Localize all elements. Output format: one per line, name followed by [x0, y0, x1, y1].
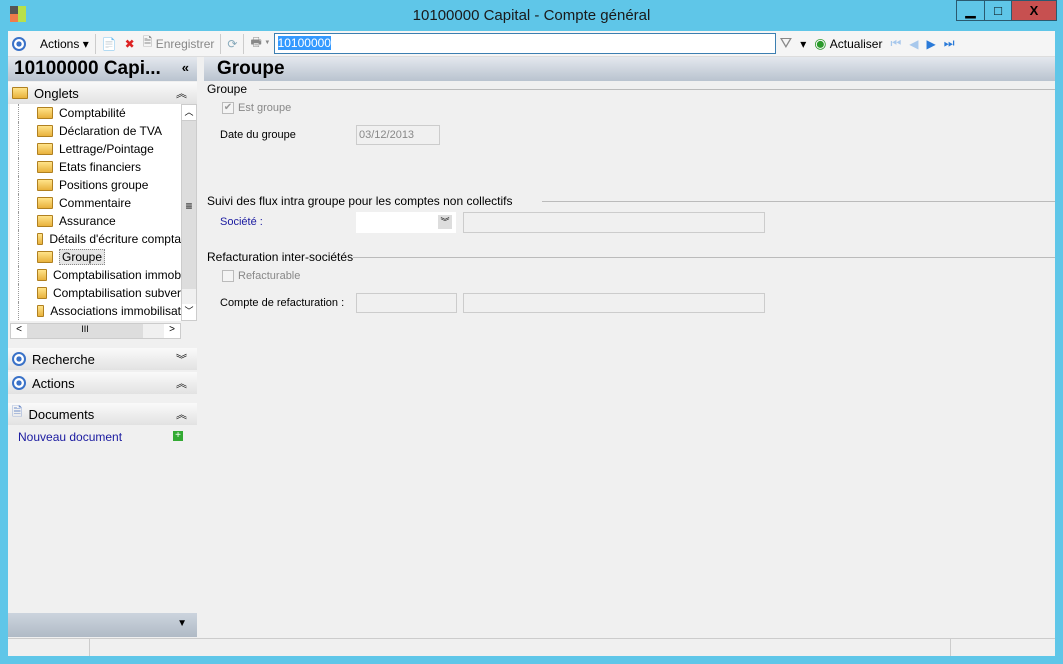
tree-item[interactable]: Positions groupe: [18, 176, 181, 194]
page-title: Groupe: [204, 57, 1055, 81]
first-record-icon[interactable]: ⏮: [886, 33, 905, 55]
folder-icon: [37, 107, 53, 119]
document-icon: 🗎: [12, 404, 23, 419]
actions-section-header[interactable]: Actions ︽: [8, 372, 197, 394]
rebillable-checkbox[interactable]: Refacturable: [222, 270, 300, 283]
tabs-tree: Comptabilité Déclaration de TVA Lettrage/P…: [10, 104, 181, 321]
delete-icon[interactable]: ✖: [121, 33, 139, 55]
status-bar: [8, 638, 1055, 656]
new-document-link[interactable]: Nouveau document: [18, 430, 122, 444]
maximize-button[interactable]: □: [984, 0, 1012, 21]
add-icon[interactable]: +: [173, 431, 183, 441]
date-label: Date du groupe: [220, 129, 296, 141]
expand-icon[interactable]: ︾: [176, 351, 187, 367]
left-panel-footer[interactable]: ▼: [8, 613, 197, 637]
tree-item[interactable]: Groupe: [18, 248, 181, 266]
folder-icon: [37, 287, 47, 299]
actions-menu-button[interactable]: Actions ▾: [36, 33, 93, 55]
refresh-icon: ◉: [814, 35, 827, 51]
tree-item[interactable]: Comptabilisation subver: [18, 284, 181, 302]
collapse-icon[interactable]: ︽: [176, 85, 187, 101]
folder-icon: [37, 197, 53, 209]
filter-icon[interactable]: ⛛: [776, 33, 797, 55]
print-icon[interactable]: 🖶 ▾: [246, 33, 273, 55]
folder-icon: [37, 179, 53, 191]
left-panel-header: 10100000 Capi... «: [8, 57, 197, 81]
tree-item[interactable]: Détails d'écriture compta: [18, 230, 181, 248]
tree-item[interactable]: Assurance: [18, 212, 181, 230]
group-groupe: Groupe: [207, 82, 1055, 96]
rebill-account-field[interactable]: [356, 293, 457, 313]
toolbar: Actions ▾ 📄 ✖ 🗎 Enregistrer ⟳ 🖶 ▾ 101000…: [8, 31, 1055, 57]
tree-item[interactable]: Déclaration de TVA: [18, 122, 181, 140]
documents-section-header[interactable]: 🗎 Documents ︽: [8, 403, 197, 425]
folder-icon: [37, 233, 44, 245]
new-icon[interactable]: 📄: [98, 33, 121, 55]
is-group-checkbox[interactable]: ✔ Est groupe: [222, 102, 291, 115]
previous-record-icon[interactable]: ◀: [905, 33, 922, 55]
last-record-icon[interactable]: ⏭: [940, 33, 959, 55]
company-select[interactable]: ︾: [356, 212, 456, 233]
tree-item[interactable]: Associations immobilisat: [18, 302, 181, 320]
company-description-field: [463, 212, 765, 233]
folder-icon: [37, 251, 53, 263]
tree-item[interactable]: Commentaire: [18, 194, 181, 212]
search-section-header[interactable]: Recherche ︾: [8, 348, 197, 370]
collapse-icon[interactable]: ︽: [176, 375, 187, 391]
next-record-icon[interactable]: ▶: [923, 33, 940, 55]
minimize-button[interactable]: ▁: [956, 0, 985, 21]
tabs-section-header[interactable]: Onglets ︽: [8, 82, 197, 104]
dropdown-icon[interactable]: ︾: [438, 215, 452, 229]
rebill-account-description-field: [463, 293, 765, 313]
folder-icon: [37, 269, 47, 281]
sync-icon[interactable]: ⟳: [223, 33, 241, 55]
tree-item[interactable]: Etats financiers: [18, 158, 181, 176]
title-bar: 10100000 Capital - Compte général ▁ □ X: [0, 0, 1063, 31]
folder-icon: [37, 215, 53, 227]
tree-item[interactable]: Lettrage/Pointage: [18, 140, 181, 158]
save-button[interactable]: 🗎 Enregistrer: [139, 33, 219, 55]
company-label: Société :: [220, 216, 263, 228]
tree-horizontal-scrollbar[interactable]: < III >: [10, 323, 181, 339]
collapse-panel-icon[interactable]: «: [182, 60, 189, 75]
tree-vertical-scrollbar[interactable]: ︿ ≡ ﹀: [181, 104, 197, 321]
folder-icon: [37, 161, 53, 173]
group-date-field[interactable]: 03/12/2013: [356, 125, 440, 145]
search-input[interactable]: 10100000: [273, 33, 776, 54]
chevron-down-icon[interactable]: ▼: [177, 618, 187, 629]
menu-icon[interactable]: [8, 33, 36, 55]
tree-item[interactable]: Comptabilisation immob: [18, 266, 181, 284]
rebill-account-label: Compte de refacturation :: [220, 297, 345, 309]
window-title: 10100000 Capital - Compte général: [412, 7, 651, 24]
folder-icon: [37, 143, 53, 155]
folder-icon: [37, 305, 45, 317]
folder-icon: [37, 125, 53, 137]
group-rebilling: Refacturation inter-sociétés: [207, 250, 1055, 264]
collapse-icon[interactable]: ︽: [176, 406, 187, 422]
close-button[interactable]: X: [1011, 0, 1057, 21]
tree-item[interactable]: Comptabilité: [18, 104, 181, 122]
save-icon: 🗎: [142, 35, 156, 49]
refresh-button[interactable]: ◉ Actualiser: [810, 33, 886, 55]
filter-dropdown[interactable]: ▾: [796, 33, 810, 55]
group-intra-flux: Suivi des flux intra groupe pour les com…: [207, 194, 1055, 208]
